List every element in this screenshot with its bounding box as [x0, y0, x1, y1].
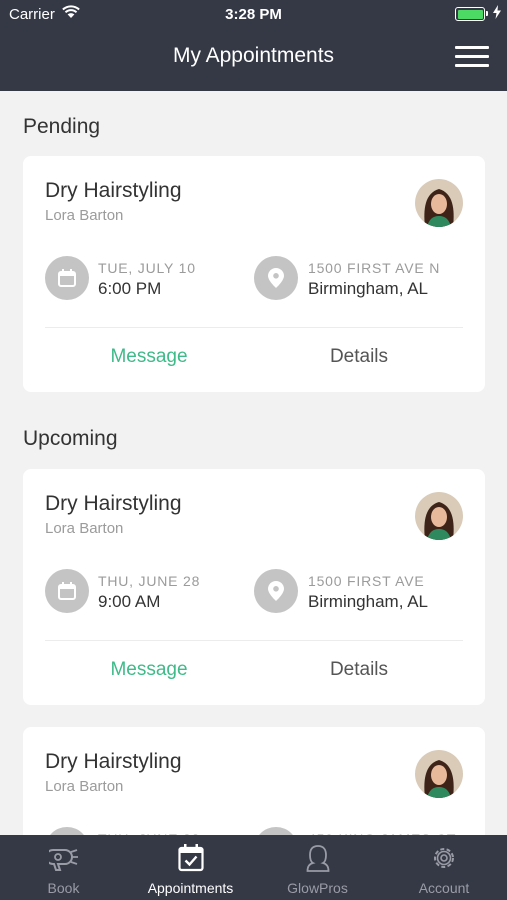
tab-label: Book: [47, 880, 80, 896]
tab-label: Appointments: [147, 880, 234, 896]
location-pin-icon: [254, 569, 298, 613]
appointment-time: 6:00 PM: [98, 279, 162, 298]
calendar-icon: [45, 256, 89, 300]
location-pin-icon: [254, 256, 298, 300]
battery-icon: [455, 7, 488, 21]
calendar-icon: [45, 569, 89, 613]
person-silhouette-icon: [306, 844, 330, 875]
provider-name: Lora Barton: [45, 778, 124, 795]
section-title-upcoming: Upcoming: [23, 427, 118, 450]
calendar-check-icon: [177, 844, 204, 875]
hair-dryer-icon: [44, 844, 79, 875]
address-city: Birmingham, AL: [308, 592, 428, 611]
divider: [45, 640, 463, 641]
provider-name: Lora Barton: [45, 207, 124, 224]
tab-appointments[interactable]: Appointments: [127, 835, 254, 900]
message-button[interactable]: Message: [23, 346, 275, 368]
gear-icon: [430, 844, 458, 875]
address-line: 1500 FIRST AVE: [308, 573, 425, 589]
page-title: My Appointments: [172, 44, 335, 67]
details-button[interactable]: Details: [243, 346, 475, 368]
tab-bar: Book Appointments GlowPros Account: [0, 835, 507, 900]
details-button[interactable]: Details: [243, 659, 475, 681]
divider: [45, 327, 463, 328]
appointment-date: THU, JUNE 28: [98, 573, 201, 589]
status-bar: Carrier 3:28 PM: [0, 0, 507, 28]
address-city: Birmingham, AL: [308, 279, 428, 298]
appointment-card[interactable]: Dry Hairstyling Lora Barton THU, JUNE 28…: [23, 469, 485, 705]
tab-account[interactable]: Account: [381, 835, 507, 900]
avatar[interactable]: [415, 179, 463, 227]
navigation-header: Carrier 3:28 PM My Appointments: [0, 0, 507, 91]
avatar[interactable]: [415, 492, 463, 540]
tab-book[interactable]: Book: [0, 835, 127, 900]
service-name: Dry Hairstyling: [45, 492, 182, 515]
avatar[interactable]: [415, 750, 463, 798]
service-name: Dry Hairstyling: [45, 179, 182, 202]
clock: 3:28 PM: [225, 6, 282, 23]
charging-icon: [493, 5, 501, 23]
section-title-pending: Pending: [23, 115, 101, 138]
provider-name: Lora Barton: [45, 520, 124, 537]
tab-glowpros[interactable]: GlowPros: [254, 835, 381, 900]
service-name: Dry Hairstyling: [45, 750, 182, 773]
tab-label: GlowPros: [287, 880, 348, 896]
tab-label: Account: [418, 880, 470, 896]
appointment-card[interactable]: Dry Hairstyling Lora Barton TUE, JULY 10…: [23, 156, 485, 392]
message-button[interactable]: Message: [23, 659, 275, 681]
address-line: 1500 FIRST AVE N: [308, 260, 441, 276]
hamburger-menu-icon[interactable]: [455, 46, 489, 68]
appointment-date: TUE, JULY 10: [98, 260, 196, 276]
appointment-time: 9:00 AM: [98, 592, 161, 611]
